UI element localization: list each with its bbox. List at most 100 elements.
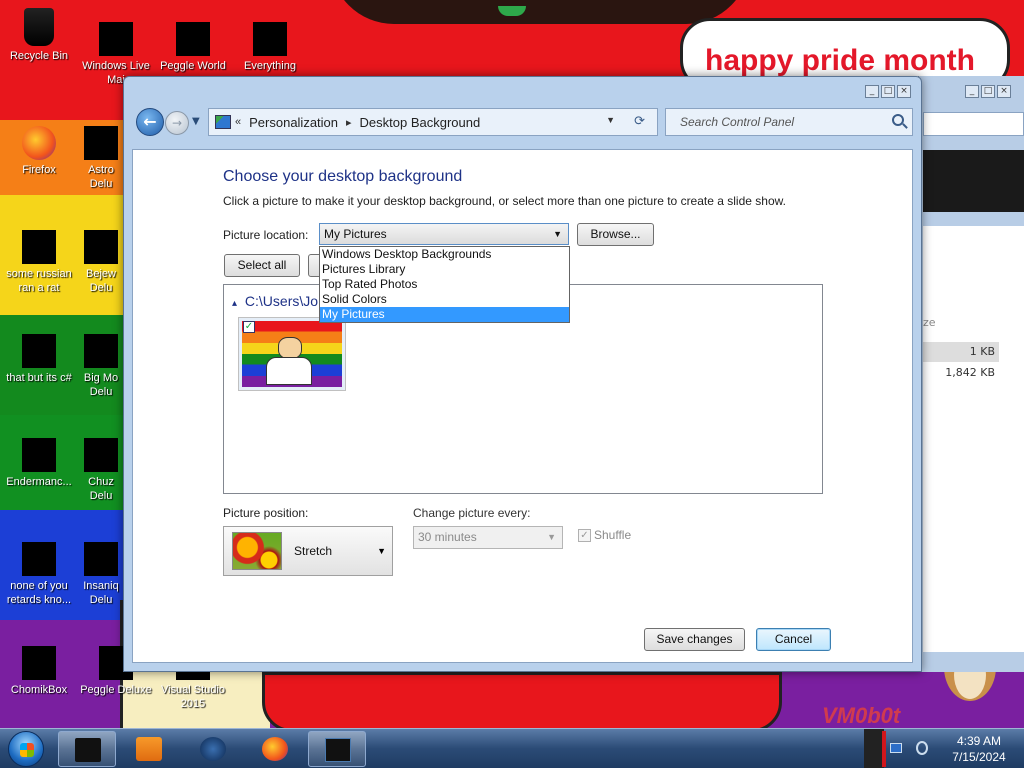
cancel-button[interactable]: Cancel xyxy=(756,628,831,651)
picture-position-label: Picture position: xyxy=(223,506,309,520)
page-title: Choose your desktop background xyxy=(223,168,463,185)
desktop-icon-recycle-bin[interactable]: Recycle Bin xyxy=(1,8,77,63)
bg-column-header: ze xyxy=(923,316,936,329)
shuffle-checkbox[interactable]: ✓ Shuffle xyxy=(578,528,631,542)
bg-search-box[interactable] xyxy=(923,112,1024,136)
position-preview-image xyxy=(232,532,282,570)
desktop-icon-peggle-world[interactable]: Peggle World xyxy=(155,22,231,73)
recycle-bin-icon xyxy=(24,8,54,46)
dropdown-option[interactable]: Solid Colors xyxy=(320,292,569,307)
desktop-icon-chomikbox[interactable]: ChomikBox xyxy=(1,646,77,697)
taskbar-globe-button[interactable] xyxy=(184,731,242,767)
bg-file-size: 1,842 KB xyxy=(945,366,995,379)
desktop-icon-that-but-csharp[interactable]: that but its c# xyxy=(1,334,77,385)
chuzzle-icon xyxy=(84,438,118,472)
dropdown-option-selected[interactable]: My Pictures xyxy=(320,307,569,322)
breadcrumb-separator-icon[interactable]: ▸ xyxy=(346,116,352,129)
recent-pages-chevron-icon[interactable]: ▼ xyxy=(192,116,200,127)
change-picture-select[interactable]: 30 minutes ▼ xyxy=(413,526,563,549)
picture-location-select[interactable]: My Pictures ▼ xyxy=(319,223,569,245)
change-picture-label: Change picture every: xyxy=(413,506,531,520)
bejeweled-icon xyxy=(84,230,118,264)
csharp-file-icon xyxy=(22,334,56,368)
picture-location-dropdown[interactable]: Windows Desktop Backgrounds Pictures Lib… xyxy=(319,246,570,323)
globe-icon xyxy=(200,737,226,761)
windows-live-icon xyxy=(99,22,133,56)
back-arrow-icon[interactable]: ← xyxy=(136,108,164,136)
big-money-icon xyxy=(84,334,118,368)
endermanch-icon xyxy=(22,438,56,472)
bg-maximize-button[interactable]: □ xyxy=(981,85,995,98)
taskbar-firefox-button[interactable] xyxy=(246,731,304,767)
dropdown-option[interactable]: Top Rated Photos xyxy=(320,277,569,292)
maximize-button[interactable]: □ xyxy=(881,85,895,98)
desktop-icon-astro[interactable]: Astro Delu xyxy=(78,126,124,191)
none-of-you-icon xyxy=(22,542,56,576)
desktop-icon-none-of-you[interactable]: none of you retards kno... xyxy=(1,542,77,607)
dropdown-option[interactable]: Pictures Library xyxy=(320,262,569,277)
desktop-icon-insaniquarium[interactable]: Insaniq Delu xyxy=(78,542,124,607)
search-icon[interactable] xyxy=(892,114,904,126)
taskbar-explorer-button[interactable] xyxy=(58,731,116,767)
select-all-button[interactable]: Select all xyxy=(224,254,300,277)
desktop-background-window[interactable]: _ □ × ← → ▼ « Personalization ▸ Desktop … xyxy=(123,76,922,672)
peggle-world-icon xyxy=(176,22,210,56)
explorer-icon xyxy=(75,738,101,762)
taskbar-control-panel-button[interactable] xyxy=(308,731,366,767)
control-panel-icon xyxy=(215,115,231,129)
network-icon[interactable] xyxy=(890,743,902,753)
desktop-icon-endermanch[interactable]: Endermanc... xyxy=(1,438,77,489)
taskbar-media-player-button[interactable] xyxy=(120,731,178,767)
control-panel-icon xyxy=(325,738,351,762)
taskbar: 4:39 AM 7/15/2024 xyxy=(0,728,1024,768)
firefox-icon xyxy=(262,737,288,761)
breadcrumb-desktop-background[interactable]: Desktop Background xyxy=(360,115,481,130)
minimize-button[interactable]: _ xyxy=(865,85,879,98)
page-description: Click a picture to make it your desktop … xyxy=(223,194,786,208)
picture-position-select[interactable]: Stretch ▼ xyxy=(223,526,393,576)
thumbnail-checkbox[interactable]: ✓ xyxy=(243,321,255,333)
clock[interactable]: 4:39 AM 7/15/2024 xyxy=(939,733,1019,765)
firefox-icon xyxy=(22,126,56,160)
picture-thumbnail[interactable]: ✓ xyxy=(238,317,346,391)
astro-icon xyxy=(84,126,118,160)
address-bar[interactable]: « Personalization ▸ Desktop Background ▼… xyxy=(208,108,658,136)
volume-icon[interactable] xyxy=(916,741,928,755)
tray-overflow[interactable] xyxy=(864,729,884,768)
bg-minimize-button[interactable]: _ xyxy=(965,85,979,98)
desktop-icon-big-money[interactable]: Big Mo Delu xyxy=(78,334,124,399)
close-button[interactable]: × xyxy=(897,85,911,98)
desktop-icon-chuzzle[interactable]: Chuz Delu xyxy=(78,438,124,503)
bg-file-list[interactable] xyxy=(923,226,1024,652)
system-tray: 4:39 AM 7/15/2024 xyxy=(864,729,1024,768)
address-dropdown-icon[interactable]: ▼ xyxy=(606,115,615,125)
chevron-down-icon: ▼ xyxy=(547,532,556,542)
forward-arrow-icon[interactable]: → xyxy=(165,111,189,135)
chomikbox-icon xyxy=(22,646,56,680)
refresh-icon[interactable]: ⟳ xyxy=(634,113,645,129)
wallpaper-bubble-text: happy pride month xyxy=(705,44,975,77)
desktop-icon-everything[interactable]: Everything xyxy=(232,22,308,73)
save-changes-button[interactable]: Save changes xyxy=(644,628,745,651)
bg-toolbar-band xyxy=(923,150,1024,212)
desktop-icon-russian-rat[interactable]: some russian ran a rat xyxy=(1,230,77,295)
search-placeholder: Search Control Panel xyxy=(680,115,795,129)
clock-date: 7/15/2024 xyxy=(952,750,1006,764)
breadcrumb-personalization[interactable]: Personalization xyxy=(249,115,338,130)
clock-time: 4:39 AM xyxy=(956,734,1002,748)
desktop-icon-firefox[interactable]: Firefox xyxy=(1,126,77,177)
start-button[interactable] xyxy=(8,731,44,767)
collapse-chevron-icon[interactable]: ▴ xyxy=(232,298,237,309)
chevron-down-icon: ▼ xyxy=(553,229,562,239)
dropdown-option[interactable]: Windows Desktop Backgrounds xyxy=(320,247,569,262)
desktop-icon-bejeweled[interactable]: Bejew Delu xyxy=(78,230,124,295)
search-input[interactable]: Search Control Panel xyxy=(665,108,913,136)
checkbox-icon: ✓ xyxy=(578,528,591,542)
russian-rat-icon xyxy=(22,230,56,264)
bg-close-button[interactable]: × xyxy=(997,85,1011,98)
insaniquarium-icon xyxy=(84,542,118,576)
breadcrumb-overflow-icon[interactable]: « xyxy=(235,116,241,128)
background-explorer-window[interactable]: _ □ × ze 1 KB 1,842 KB xyxy=(918,76,1024,672)
picture-group-header[interactable]: ▴ C:\Users\Jo xyxy=(232,293,318,309)
browse-button[interactable]: Browse... xyxy=(577,223,654,246)
